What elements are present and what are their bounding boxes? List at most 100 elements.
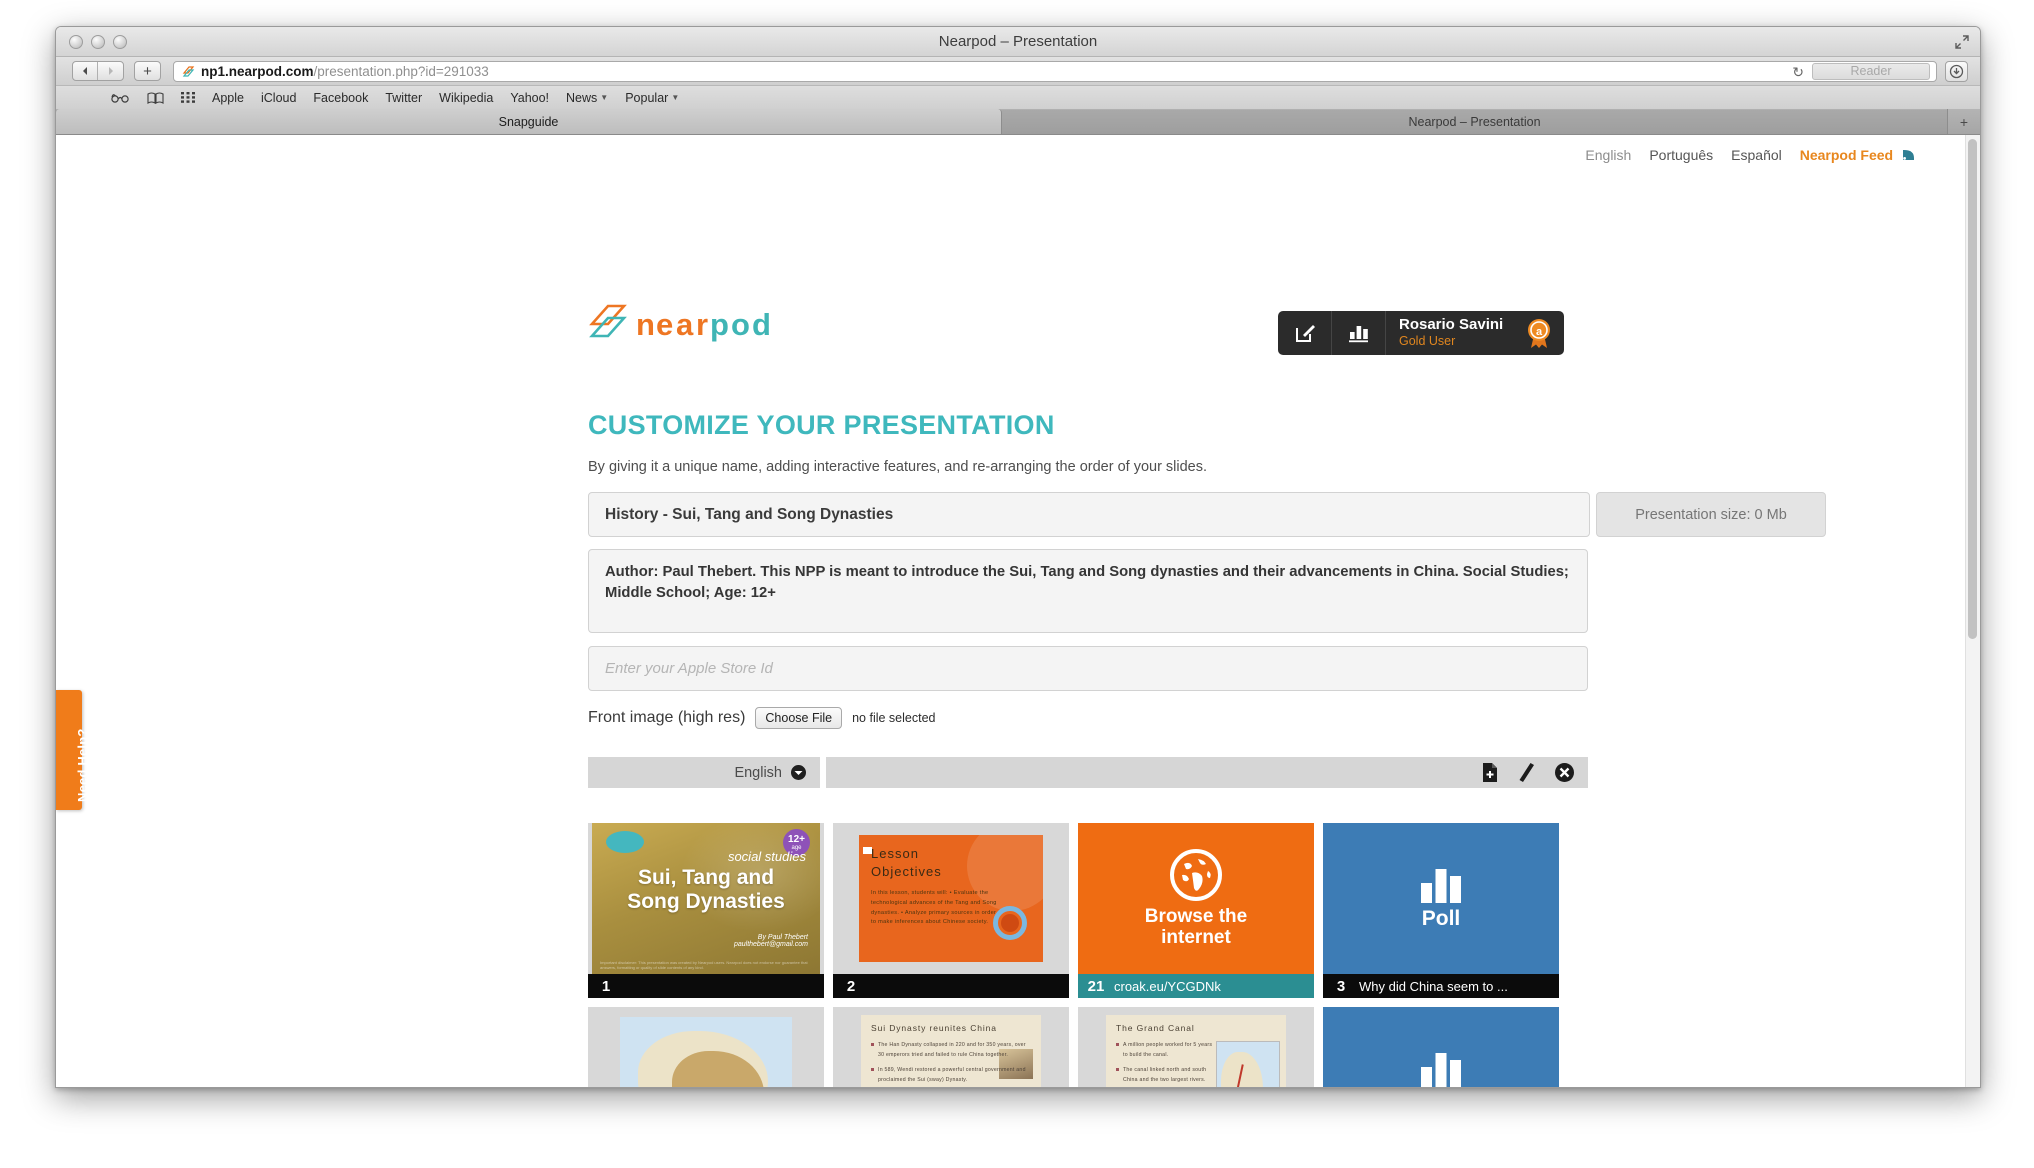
tab-label: Nearpod – Presentation	[1408, 114, 1541, 129]
slide-6-bullet: The canal linked north and south China a…	[1116, 1066, 1214, 1085]
page-title: CUSTOMIZE YOUR PRESENTATION	[588, 410, 1055, 440]
site-favicon	[182, 65, 195, 78]
tab-snapguide[interactable]: Snapguide	[56, 109, 1002, 134]
window-title: Nearpod – Presentation	[938, 33, 1098, 50]
user-name: Rosario Savini	[1399, 316, 1504, 334]
reading-glasses-icon[interactable]	[111, 92, 130, 103]
reload-icon[interactable]: ↻	[1792, 64, 1804, 81]
slides-toolbar-actions	[826, 757, 1588, 788]
tab-nearpod-presentation[interactable]: Nearpod – Presentation	[1002, 109, 1948, 134]
slide-1-byline-name: By Paul Thebert	[757, 934, 808, 941]
screenshot-root: Nearpod – Presentation + np1.nearpod.com…	[0, 0, 2034, 1168]
presentation-title-input[interactable]	[588, 492, 1590, 537]
nearpod-logo-mark: n e a r p o d	[589, 304, 771, 342]
slide-caption: 3 Why did China seem to ...	[1323, 974, 1559, 998]
slide-number: 2	[846, 977, 856, 995]
need-help-tab[interactable]: Need Help?	[56, 690, 90, 810]
address-bar-text: np1.nearpod.com/presentation.php?id=2910…	[201, 64, 489, 79]
slide-language-dropdown[interactable]: English	[588, 757, 820, 788]
edit-presentation-button[interactable]	[1278, 311, 1332, 355]
choose-file-button[interactable]: Choose File	[755, 707, 843, 729]
bookmark-news[interactable]: News ▼	[566, 91, 608, 105]
slide-number: 21	[1087, 977, 1105, 995]
svg-text:e: e	[656, 307, 673, 342]
bookmark-label: Wikipedia	[439, 90, 494, 105]
language-switcher: English Português Español Nearpod Feed	[1585, 147, 1915, 163]
chevron-down-icon: ▼	[600, 93, 609, 102]
slide-thumbnail[interactable]: 4	[588, 1007, 824, 1087]
delete-close-icon[interactable]	[1555, 763, 1574, 782]
bookmark-popular[interactable]: Popular ▼	[625, 91, 679, 105]
language-espanol[interactable]: Español	[1731, 147, 1782, 163]
slide-2-artwork: Lesson Objectives In this lesson, studen…	[859, 835, 1043, 962]
top-sites-grid-icon[interactable]	[181, 91, 195, 104]
slide-preview: Sui Dynasty reunites China The Han Dynas…	[833, 1007, 1069, 1087]
browser-window: Nearpod – Presentation + np1.nearpod.com…	[55, 26, 1981, 1088]
slide-preview	[588, 1007, 824, 1087]
gold-medal-icon: a	[1514, 317, 1564, 349]
svg-text:a: a	[676, 307, 694, 342]
fullscreen-icon[interactable]	[1954, 34, 1970, 50]
slide-5-heading: Sui Dynasty reunites China	[871, 1023, 997, 1033]
nav-buttons[interactable]	[72, 61, 124, 81]
nearpod-feed-link[interactable]: Nearpod Feed	[1800, 147, 1915, 163]
bookmark-label: Facebook	[313, 90, 369, 105]
apple-store-id-input[interactable]	[588, 646, 1588, 691]
bookmark-icloud[interactable]: iCloud	[261, 91, 296, 105]
slide-thumbnail[interactable]: Poll 3 Why did China seem to ...	[1323, 823, 1559, 998]
user-badge[interactable]: Rosario Savini Gold User a	[1278, 311, 1564, 355]
slide-caption: 21 croak.eu/YCGDNk	[1078, 974, 1314, 998]
add-slide-icon[interactable]	[1482, 763, 1498, 782]
slide-thumbnail[interactable]: 12+ age social studies Sui, Tang and Son…	[588, 823, 824, 998]
tab-bar: Snapguide Nearpod – Presentation +	[56, 109, 1980, 135]
nearpod-logo[interactable]: n e a r p o d	[588, 302, 818, 344]
slide-4-artwork	[620, 1017, 792, 1087]
back-button[interactable]	[73, 62, 98, 80]
reports-button[interactable]	[1332, 311, 1386, 355]
slide-2-body: In this lesson, students will: • Evaluat…	[871, 890, 997, 926]
slide-grid: 12+ age social studies Sui, Tang and Son…	[588, 823, 1596, 1087]
slide-1-artwork: 12+ age social studies Sui, Tang and Son…	[592, 823, 820, 974]
presentation-description-textarea[interactable]: Author: Paul Thebert. This NPP is meant …	[588, 549, 1588, 633]
slide-1-byline: By Paul Thebert paulthebert@gmail.com	[734, 934, 808, 948]
need-help-label: Need Help?	[75, 728, 90, 802]
language-english[interactable]: English	[1585, 147, 1631, 163]
bookmark-label: iCloud	[260, 90, 297, 105]
forward-button[interactable]	[98, 62, 123, 80]
bookmark-apple[interactable]: Apple	[212, 91, 244, 105]
slide-caption: 2	[833, 974, 1069, 998]
bookmarks-book-icon[interactable]	[147, 91, 164, 104]
downloads-button[interactable]	[1945, 60, 1968, 82]
slide-21-label-line2: internet	[1161, 926, 1231, 948]
bookmark-yahoo[interactable]: Yahoo!	[510, 91, 549, 105]
slide-number: 3	[1336, 977, 1346, 995]
chevron-down-icon	[791, 765, 806, 780]
slide-6-bullets: A million people worked for 5 years to b…	[1116, 1041, 1214, 1087]
language-portugues[interactable]: Português	[1649, 147, 1713, 163]
reader-button[interactable]: Reader	[1812, 62, 1930, 80]
slide-5-bullets: The Han Dynasty collapsed in 220 and for…	[871, 1041, 1033, 1087]
slide-thumbnail[interactable]: Browse the internet 21 croak.eu/YCGDNk	[1078, 823, 1314, 998]
address-bar[interactable]: np1.nearpod.com/presentation.php?id=2910…	[173, 60, 1937, 82]
slide-thumbnail[interactable]: Poll 7 How could a canal incr...	[1323, 1007, 1559, 1087]
slide-thumbnail[interactable]: Lesson Objectives In this lesson, studen…	[833, 823, 1069, 998]
bookmark-facebook[interactable]: Facebook	[313, 91, 368, 105]
page-scrollbar[interactable]	[1965, 135, 1980, 1087]
add-bookmark-button[interactable]: +	[134, 61, 161, 81]
user-tier: Gold User	[1399, 333, 1456, 348]
slide-thumbnail[interactable]: Sui Dynasty reunites China The Han Dynas…	[833, 1007, 1069, 1087]
bookmark-wikipedia[interactable]: Wikipedia	[439, 91, 493, 105]
presentation-size-label: Presentation size: 0 Mb	[1596, 492, 1826, 537]
bookmark-label: Popular	[625, 90, 669, 105]
slides-toolbar: English	[588, 757, 1588, 788]
bookmark-twitter[interactable]: Twitter	[385, 91, 422, 105]
edit-pencil-icon[interactable]	[1518, 763, 1535, 782]
poll-bar-chart-icon	[1419, 865, 1463, 903]
url-host: np1.nearpod.com	[201, 63, 314, 79]
bookmarks-bar: Apple iCloud Facebook Twitter Wikipedia …	[56, 86, 1980, 110]
slide-21-label-line1: Browse the	[1144, 905, 1248, 927]
slide-thumbnail[interactable]: The Grand Canal A million people worked …	[1078, 1007, 1314, 1087]
page-scrollbar-thumb[interactable]	[1968, 139, 1977, 639]
new-tab-button[interactable]: +	[1948, 109, 1980, 134]
slide-6-heading: The Grand Canal	[1116, 1023, 1195, 1033]
